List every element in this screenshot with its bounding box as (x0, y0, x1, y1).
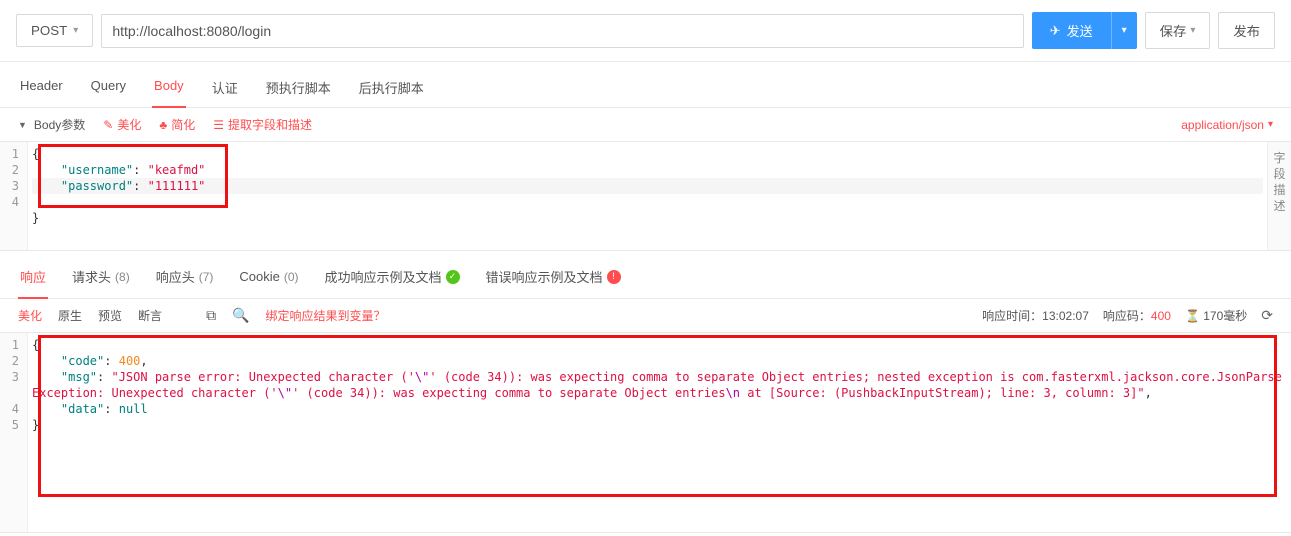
request-body-editor: 1234 { "username": "keafmd" "password": … (0, 142, 1291, 251)
search-icon[interactable]: 🔍 (232, 307, 249, 324)
resp-beautify-button[interactable]: 美化 (18, 307, 42, 324)
tab-response[interactable]: 响应 (18, 263, 48, 298)
publish-button[interactable]: 发布 (1218, 12, 1275, 49)
code-area[interactable]: { "username": "keafmd" "password": "1111… (28, 142, 1267, 250)
resp-raw-button[interactable]: 原生 (58, 307, 82, 324)
resp-preview-button[interactable]: 预览 (98, 307, 122, 324)
wand-icon: ✎ (103, 118, 113, 132)
save-button[interactable]: 保存 ▾ (1145, 12, 1211, 49)
resp-assert-button[interactable]: 断言 (138, 307, 162, 324)
tab-post-script[interactable]: 后执行脚本 (357, 72, 426, 107)
list-icon: ☰ (213, 118, 224, 132)
request-url-input[interactable] (101, 14, 1023, 48)
request-tabs: Header Query Body 认证 预执行脚本 后执行脚本 (0, 62, 1291, 108)
tab-request-headers[interactable]: 请求头 (8) (70, 263, 132, 298)
beautify-button[interactable]: ✎美化 (103, 116, 141, 133)
tree-icon: ♣ (159, 118, 167, 132)
response-tabs: 响应 请求头 (8) 响应头 (7) Cookie (0) 成功响应示例及文档 … (0, 251, 1291, 299)
line-gutter: 1234 (0, 142, 28, 250)
body-toolbar: Body参数 ✎美化 ♣简化 ☰提取字段和描述 application/json… (0, 108, 1291, 142)
http-method-label: POST (31, 23, 67, 38)
save-label: 保存 (1160, 21, 1187, 40)
chevron-down-icon: ▾ (73, 25, 78, 36)
chevron-down-icon: ▾ (1190, 25, 1195, 36)
refresh-icon[interactable]: ⟳ (1261, 307, 1273, 324)
field-description-sidebar[interactable]: 字 段 描 述 (1267, 142, 1291, 250)
extract-fields-button[interactable]: ☰提取字段和描述 (213, 116, 312, 133)
tab-response-headers[interactable]: 响应头 (7) (154, 263, 216, 298)
copy-icon[interactable]: ⧉ (206, 307, 216, 324)
bind-variable-link[interactable]: 绑定响应结果到变量？ (266, 307, 386, 324)
code-area[interactable]: { "code": 400, "msg": "JSON parse error:… (28, 333, 1291, 532)
http-method-select[interactable]: POST ▾ (16, 14, 93, 47)
check-icon: ✓ (446, 270, 460, 284)
send-icon: ✈ (1050, 23, 1061, 39)
content-type-label: application/json (1181, 118, 1264, 132)
send-label: 发送 (1067, 21, 1093, 40)
body-params-toggle[interactable]: Body参数 (18, 116, 85, 133)
tab-auth[interactable]: 认证 (210, 72, 240, 107)
response-elapsed: 170毫秒 (1203, 309, 1247, 323)
response-body-editor: 12345 { "code": 400, "msg": "JSON parse … (0, 333, 1291, 533)
tab-body[interactable]: Body (152, 72, 186, 107)
tab-error-example[interactable]: 错误响应示例及文档 ! (484, 263, 623, 298)
hourglass-icon: ⏳ (1185, 309, 1200, 323)
publish-label: 发布 (1233, 21, 1260, 40)
send-dropdown-button[interactable]: ▾ (1111, 12, 1137, 49)
tab-cookie[interactable]: Cookie (0) (237, 265, 300, 296)
line-gutter: 12345 (0, 333, 28, 532)
response-time: 13:02:07 (1042, 309, 1089, 323)
tab-success-example[interactable]: 成功响应示例及文档 ✓ (323, 263, 462, 298)
tab-query[interactable]: Query (89, 72, 128, 107)
tab-header[interactable]: Header (18, 72, 65, 107)
send-button[interactable]: ✈ 发送 (1032, 12, 1111, 49)
response-status-code: 400 (1151, 309, 1171, 323)
alert-icon: ! (607, 270, 621, 284)
response-meta: 响应时间：13:02:07 响应码：400 ⏳ 170毫秒 ⟳ (982, 307, 1273, 324)
response-toolbar: 美化 原生 预览 断言 ⧉ 🔍 绑定响应结果到变量？ 响应时间：13:02:07… (0, 299, 1291, 333)
simplify-button[interactable]: ♣简化 (159, 116, 195, 133)
chevron-down-icon: ▾ (1268, 119, 1273, 130)
tab-pre-script[interactable]: 预执行脚本 (264, 72, 333, 107)
content-type-select[interactable]: application/json ▾ (1181, 118, 1273, 132)
request-topbar: POST ▾ ✈ 发送 ▾ 保存 ▾ 发布 (0, 0, 1291, 62)
